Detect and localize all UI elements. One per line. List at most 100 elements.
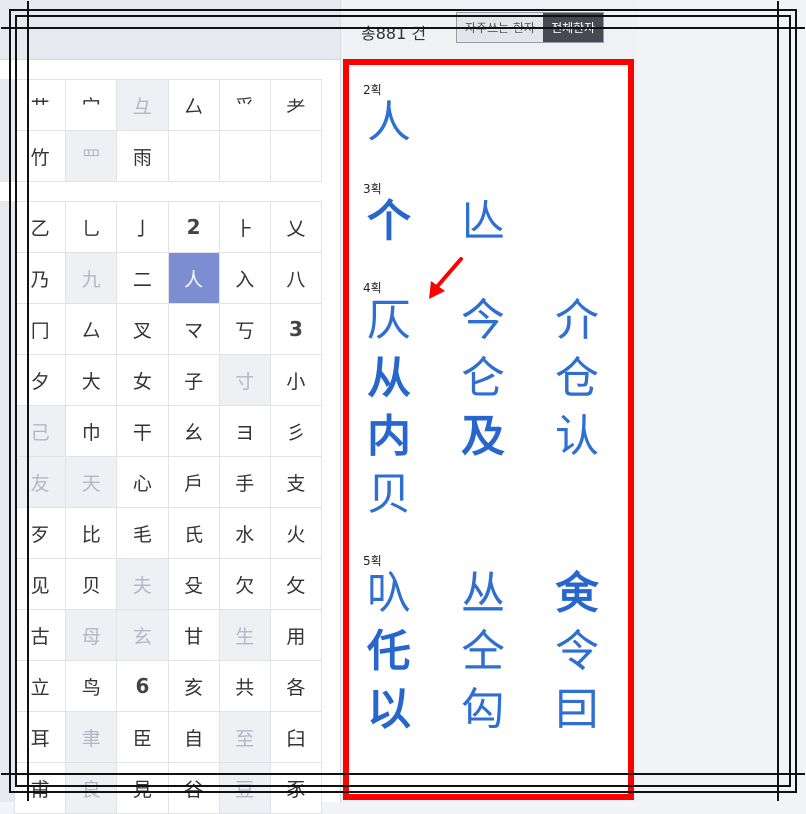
radical-cell[interactable]: 耳 xyxy=(15,712,67,763)
radical-cell[interactable]: 雨 xyxy=(117,131,169,182)
hanja-result[interactable]: 个 xyxy=(357,197,421,247)
radical-cell[interactable]: 鸟 xyxy=(66,661,118,712)
hanja-result[interactable]: 丛 xyxy=(451,569,515,619)
radical-cell[interactable]: 乚 xyxy=(66,202,118,253)
radical-cell[interactable]: 夫 xyxy=(117,559,169,610)
radical-cell[interactable]: 母 xyxy=(66,610,118,661)
radical-cell[interactable]: 罒 xyxy=(66,131,118,182)
radical-cell[interactable]: 人 xyxy=(168,253,220,304)
hanja-result[interactable]: 叺 xyxy=(357,569,421,619)
radical-cell[interactable]: 子 xyxy=(168,355,220,406)
radical-cell[interactable]: 冂 xyxy=(15,304,67,355)
radical-cell[interactable]: 立 xyxy=(15,661,67,712)
radical-cell[interactable]: 心 xyxy=(117,457,169,508)
radical-cell[interactable]: 乙 xyxy=(15,202,67,253)
hanja-results-list[interactable]: 2획 人 3획 个亾 4획 仄今介从仑仓内及认贝 5획 叺丛㑒仛仝令以匃囙 xyxy=(343,59,634,800)
radical-cell[interactable]: 臼 xyxy=(270,712,322,763)
hanja-result[interactable]: 囙 xyxy=(545,685,609,735)
hanja-result[interactable]: 以 xyxy=(357,685,421,735)
radical-cell[interactable]: 友 xyxy=(15,457,67,508)
radical-cell[interactable]: 宀 xyxy=(66,80,118,131)
radical-cell[interactable]: 戶 xyxy=(168,457,220,508)
radical-cell[interactable]: 毛 xyxy=(117,508,169,559)
hanja-result[interactable]: 仛 xyxy=(357,627,421,677)
radical-cell[interactable]: 水 xyxy=(219,508,271,559)
radical-cell[interactable]: 氏 xyxy=(168,508,220,559)
radical-cell[interactable]: 亥 xyxy=(168,661,220,712)
radical-cell[interactable]: 玄 xyxy=(117,610,169,661)
hanja-result[interactable]: 介 xyxy=(545,296,609,346)
hanja-result[interactable]: 令 xyxy=(545,627,609,677)
radical-cell[interactable]: 天 xyxy=(66,457,118,508)
radical-cell[interactable]: ⺊ xyxy=(219,202,271,253)
hanja-result[interactable]: 仝 xyxy=(451,627,515,677)
tab-all-hanja[interactable]: 전체한자 xyxy=(543,13,604,42)
hanja-result[interactable]: 仄 xyxy=(357,296,421,346)
radical-cell[interactable]: 贝 xyxy=(66,559,118,610)
hanja-result[interactable]: 及 xyxy=(451,412,515,462)
hanja-result[interactable]: 亾 xyxy=(451,197,515,247)
radical-cell[interactable]: 豕 xyxy=(270,763,322,814)
radical-cell[interactable]: 支 xyxy=(270,457,322,508)
radical-cell[interactable]: 手 xyxy=(219,457,271,508)
radical-cell[interactable]: 見 xyxy=(117,763,169,814)
radical-cell[interactable]: 用 xyxy=(270,610,322,661)
radical-cell[interactable]: 女 xyxy=(117,355,169,406)
radical-cell[interactable]: マ xyxy=(168,304,220,355)
radical-cell[interactable]: 爫 xyxy=(219,80,271,131)
radical-cell[interactable]: 生 xyxy=(219,610,271,661)
radical-cell[interactable]: 小 xyxy=(270,355,322,406)
radical-cell[interactable]: 欠 xyxy=(219,559,271,610)
radical-cell[interactable]: 比 xyxy=(66,508,118,559)
hanja-result[interactable]: 贝 xyxy=(357,470,421,520)
radical-cell[interactable]: 厶 xyxy=(66,304,118,355)
radical-cell[interactable]: 幺 xyxy=(168,406,220,457)
hanja-result[interactable]: 内 xyxy=(357,412,421,462)
radical-cell[interactable]: 甫 xyxy=(15,763,67,814)
radical-cell[interactable]: 九 xyxy=(66,253,118,304)
radical-cell[interactable]: 大 xyxy=(66,355,118,406)
radical-cell[interactable]: 耂 xyxy=(270,80,322,131)
hanja-result[interactable]: 仑 xyxy=(451,354,515,404)
radical-cell[interactable]: 八 xyxy=(270,253,322,304)
radical-cell[interactable]: 干 xyxy=(117,406,169,457)
hanja-result[interactable]: 今 xyxy=(451,296,515,346)
radical-cell[interactable]: 臣 xyxy=(117,712,169,763)
hanja-result[interactable]: 人 xyxy=(357,98,421,148)
radical-cell[interactable]: 古 xyxy=(15,610,67,661)
radical-cell[interactable]: 艹 xyxy=(15,80,67,131)
radical-cell[interactable]: 各 xyxy=(270,661,322,712)
radical-cell[interactable]: 谷 xyxy=(168,763,220,814)
radical-cell[interactable]: 夕 xyxy=(15,355,67,406)
hanja-result[interactable]: 从 xyxy=(357,354,421,404)
hanja-result[interactable]: 仓 xyxy=(545,354,609,404)
radical-cell[interactable]: 见 xyxy=(15,559,67,610)
radical-cell[interactable]: 乃 xyxy=(15,253,67,304)
radical-cell[interactable]: 入 xyxy=(219,253,271,304)
radical-cell[interactable]: 竹 xyxy=(15,131,67,182)
radical-cell[interactable]: 殳 xyxy=(168,559,220,610)
radical-cell[interactable]: 厶 xyxy=(168,80,220,131)
hanja-result[interactable]: 认 xyxy=(545,412,609,462)
radical-cell[interactable]: ヨ xyxy=(219,406,271,457)
radical-cell[interactable]: 至 xyxy=(219,712,271,763)
radical-cell[interactable]: 己 xyxy=(15,406,67,457)
radical-cell[interactable]: 甘 xyxy=(168,610,220,661)
radical-cell[interactable]: 自 xyxy=(168,712,220,763)
radical-cell[interactable]: 聿 xyxy=(66,712,118,763)
radical-cell[interactable]: 攵 xyxy=(270,559,322,610)
radical-cell[interactable]: 巾 xyxy=(66,406,118,457)
radical-cell[interactable]: 寸 xyxy=(219,355,271,406)
radical-cell[interactable]: 歹 xyxy=(15,508,67,559)
radical-cell[interactable]: 丂 xyxy=(219,304,271,355)
radical-cell[interactable]: 叉 xyxy=(117,304,169,355)
tab-frequent-hanja[interactable]: 자주쓰는 한자 xyxy=(457,13,544,42)
radical-cell[interactable]: 乂 xyxy=(270,202,322,253)
radical-cell[interactable]: 共 xyxy=(219,661,271,712)
radical-cell[interactable]: 亅 xyxy=(117,202,169,253)
radical-cell[interactable]: 火 xyxy=(270,508,322,559)
hanja-result[interactable]: 㑒 xyxy=(545,569,609,619)
hanja-result[interactable]: 匃 xyxy=(451,685,515,735)
radical-cell[interactable]: 彡 xyxy=(270,406,322,457)
radical-cell[interactable]: 彑 xyxy=(117,80,169,131)
